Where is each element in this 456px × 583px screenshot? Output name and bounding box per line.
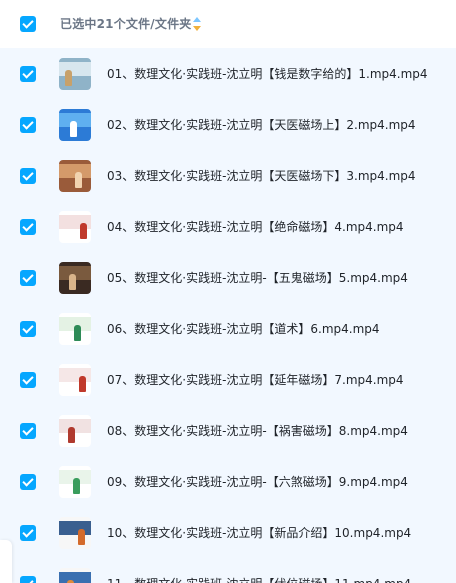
file-row[interactable]: 07、数理文化·实践班-沈立明【延年磁场】7.mp4.mp4	[0, 354, 456, 405]
file-row[interactable]: 02、数理文化·实践班-沈立明【天医磁场上】2.mp4.mp4	[0, 99, 456, 150]
selection-header: 已选中21个文件/文件夹	[0, 0, 456, 48]
thumbnail-figure	[80, 223, 87, 239]
file-name[interactable]: 10、数理文化·实践班-沈立明【新品介绍】10.mp4.mp4	[107, 524, 411, 541]
file-row[interactable]: 08、数理文化·实践班-沈立明-【祸害磁场】8.mp4.mp4	[0, 405, 456, 456]
video-thumbnail[interactable]	[59, 313, 91, 345]
file-row[interactable]: 11、数理文化·实践班-沈立明【伏位磁场】11.mp4.mp4	[0, 558, 456, 583]
file-row[interactable]: 10、数理文化·实践班-沈立明【新品介绍】10.mp4.mp4	[0, 507, 456, 558]
file-checkbox[interactable]	[20, 321, 36, 337]
file-checkbox[interactable]	[20, 168, 36, 184]
file-list: 01、数理文化·实践班-沈立明【钱是数字给的】1.mp4.mp4 02、数理文化·…	[0, 48, 456, 583]
file-checkbox[interactable]	[20, 525, 36, 541]
thumbnail-figure	[70, 121, 77, 137]
file-name[interactable]: 01、数理文化·实践班-沈立明【钱是数字给的】1.mp4.mp4	[107, 65, 428, 82]
thumbnail-figure	[68, 427, 75, 443]
file-row[interactable]: 01、数理文化·实践班-沈立明【钱是数字给的】1.mp4.mp4	[0, 48, 456, 99]
video-thumbnail[interactable]	[59, 262, 91, 294]
file-row[interactable]: 04、数理文化·实践班-沈立明【绝命磁场】4.mp4.mp4	[0, 201, 456, 252]
thumbnail-background	[59, 368, 91, 382]
file-name[interactable]: 03、数理文化·实践班-沈立明【天医磁场下】3.mp4.mp4	[107, 167, 416, 184]
thumbnail-figure	[69, 274, 76, 290]
video-thumbnail[interactable]	[59, 58, 91, 90]
video-thumbnail[interactable]	[59, 364, 91, 396]
thumbnail-figure	[75, 172, 82, 188]
file-checkbox[interactable]	[20, 117, 36, 133]
file-name[interactable]: 09、数理文化·实践班-沈立明-【六煞磁场】9.mp4.mp4	[107, 473, 408, 490]
file-name[interactable]: 04、数理文化·实践班-沈立明【绝命磁场】4.mp4.mp4	[107, 218, 404, 235]
file-checkbox[interactable]	[20, 474, 36, 490]
file-checkbox[interactable]	[20, 66, 36, 82]
video-thumbnail[interactable]	[59, 160, 91, 192]
file-row[interactable]: 06、数理文化·实践班-沈立明【道术】6.mp4.mp4	[0, 303, 456, 354]
file-checkbox[interactable]	[20, 576, 36, 583]
file-name[interactable]: 05、数理文化·实践班-沈立明-【五鬼磁场】5.mp4.mp4	[107, 269, 408, 286]
file-name[interactable]: 07、数理文化·实践班-沈立明【延年磁场】7.mp4.mp4	[107, 371, 404, 388]
thumbnail-figure	[79, 376, 86, 392]
video-thumbnail[interactable]	[59, 517, 91, 549]
video-thumbnail[interactable]	[59, 109, 91, 141]
file-checkbox[interactable]	[20, 270, 36, 286]
video-thumbnail[interactable]	[59, 568, 91, 583]
video-thumbnail[interactable]	[59, 211, 91, 243]
thumbnail-background	[59, 419, 91, 433]
thumbnail-background	[59, 62, 91, 76]
sort-arrows-icon[interactable]	[191, 16, 203, 32]
file-checkbox[interactable]	[20, 372, 36, 388]
file-name[interactable]: 02、数理文化·实践班-沈立明【天医磁场上】2.mp4.mp4	[107, 116, 416, 133]
thumbnail-figure	[65, 70, 72, 86]
file-name[interactable]: 08、数理文化·实践班-沈立明-【祸害磁场】8.mp4.mp4	[107, 422, 408, 439]
thumbnail-figure	[78, 529, 85, 545]
thumbnail-background	[59, 572, 91, 583]
file-checkbox[interactable]	[20, 423, 36, 439]
file-row[interactable]: 09、数理文化·实践班-沈立明-【六煞磁场】9.mp4.mp4	[0, 456, 456, 507]
file-row[interactable]: 05、数理文化·实践班-沈立明-【五鬼磁场】5.mp4.mp4	[0, 252, 456, 303]
file-checkbox[interactable]	[20, 219, 36, 235]
thumbnail-background	[59, 521, 91, 535]
select-all-checkbox[interactable]	[20, 16, 36, 32]
file-name[interactable]: 06、数理文化·实践班-沈立明【道术】6.mp4.mp4	[107, 320, 380, 337]
file-name[interactable]: 11、数理文化·实践班-沈立明【伏位磁场】11.mp4.mp4	[107, 575, 411, 583]
file-row[interactable]: 03、数理文化·实践班-沈立明【天医磁场下】3.mp4.mp4	[0, 150, 456, 201]
thumbnail-figure	[73, 478, 80, 494]
thumbnail-figure	[74, 325, 81, 341]
video-thumbnail[interactable]	[59, 466, 91, 498]
selection-count-text: 已选中21个文件/文件夹	[60, 17, 192, 31]
side-panel-tab[interactable]	[0, 540, 12, 583]
video-thumbnail[interactable]	[59, 415, 91, 447]
